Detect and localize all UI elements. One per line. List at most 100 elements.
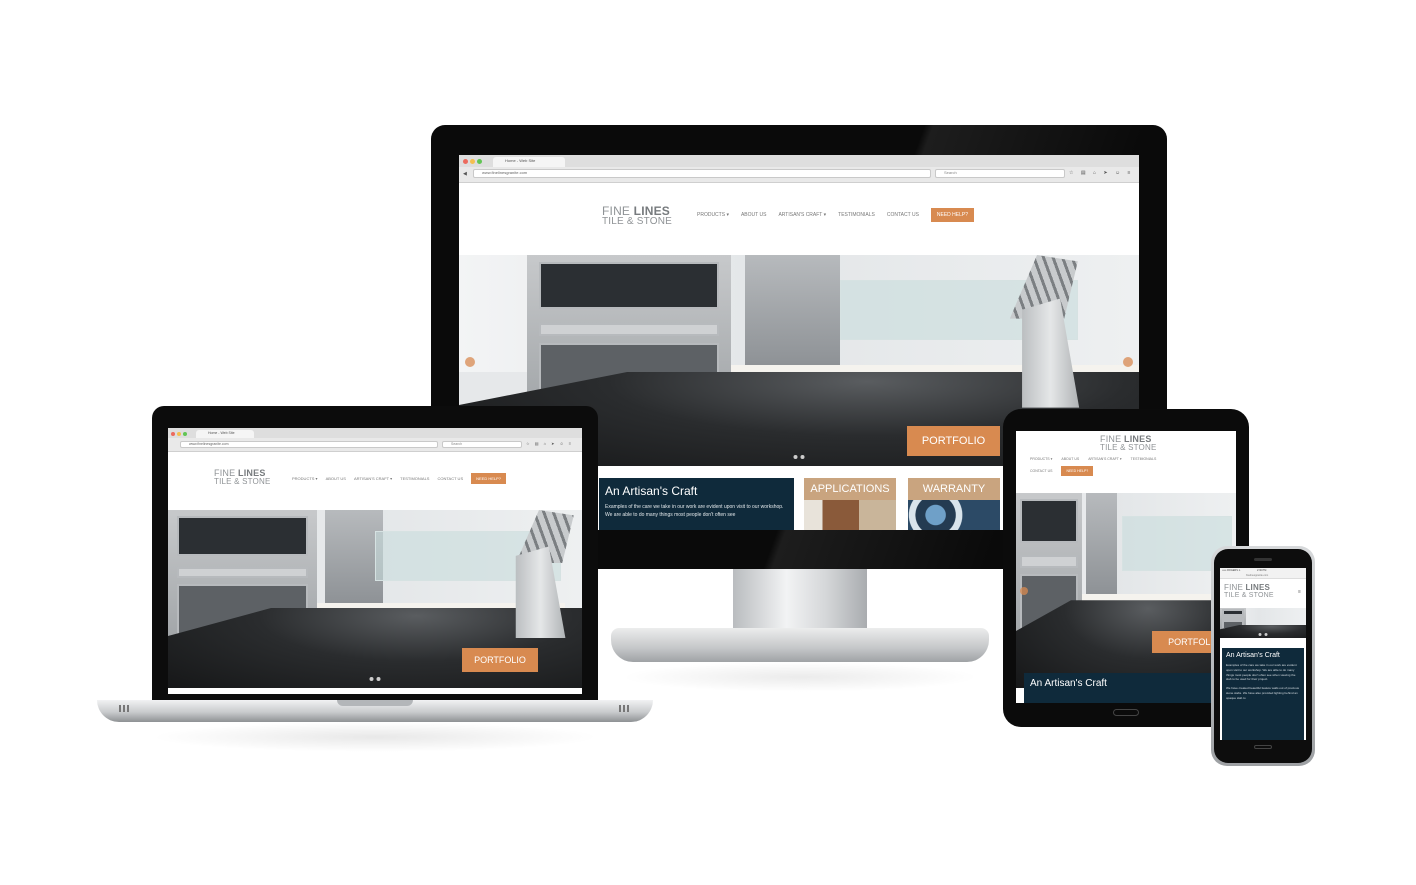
- portfolio-button[interactable]: PORTFOLIO: [907, 426, 1000, 456]
- tablet-home-button[interactable]: [1113, 709, 1139, 716]
- laptop-base: [97, 700, 653, 722]
- tablet-nav-about[interactable]: ABOUT US: [1061, 457, 1079, 461]
- monitor-stand: [733, 569, 867, 631]
- phone-status-bar: ••••• ROGERS ✈ 2:30 PM finelinesgranite.…: [1220, 568, 1306, 579]
- laptop-portfolio-button[interactable]: PORTFOLIO: [462, 648, 538, 672]
- laptop-site-logo[interactable]: FINE LINES TILE & STONE: [214, 469, 271, 486]
- need-help-button[interactable]: NEED HELP?: [930, 208, 975, 222]
- phone-bezel: ••••• ROGERS ✈ 2:30 PM finelinesgranite.…: [1214, 549, 1312, 763]
- hamburger-menu-icon[interactable]: ≡: [1298, 589, 1301, 595]
- laptop-close-icon[interactable]: [171, 431, 175, 436]
- applications-label: APPLICATIONS: [804, 478, 896, 500]
- laptop-tab-title: Home - Web Site: [208, 430, 235, 435]
- carousel-next-icon[interactable]: [1123, 356, 1133, 367]
- tablet-nav-craft[interactable]: ARTISAN'S CRAFT ▾: [1088, 457, 1121, 461]
- laptop-url-text: www.finelinesgranite.com: [189, 442, 229, 446]
- craft-text: Examples of the care we take in our work…: [605, 504, 784, 518]
- nav-contact[interactable]: CONTACT US: [887, 212, 919, 218]
- tablet-craft-panel: An Artisan's Craft: [1024, 673, 1228, 703]
- tablet-carousel-prev-icon[interactable]: [1020, 586, 1028, 595]
- nav-about[interactable]: ABOUT US: [741, 212, 766, 218]
- laptop-nav-craft[interactable]: ARTISAN'S CRAFT ▾: [354, 476, 392, 481]
- laptop-nav-testimonials[interactable]: TESTIMONIALS: [400, 476, 429, 481]
- laptop-address-bar[interactable]: www.finelinesgranite.com: [180, 441, 438, 448]
- warranty-tile[interactable]: WARRANTY: [908, 478, 1000, 530]
- tablet-need-help-button[interactable]: NEED HELP?: [1061, 466, 1094, 476]
- back-icon[interactable]: ◀: [463, 171, 469, 177]
- nav-craft[interactable]: ARTISAN'S CRAFT ▾: [778, 212, 826, 218]
- toolbar-icons[interactable]: ☆ ▤ ⌂ ➤ ☺ ≡: [1069, 170, 1133, 176]
- phone-url[interactable]: finelinesgranite.com: [1246, 574, 1268, 577]
- phone-logo-tile-stone: TILE & STONE: [1224, 592, 1274, 599]
- applications-tile[interactable]: APPLICATIONS: [804, 478, 896, 530]
- minimize-window-icon[interactable]: [470, 159, 475, 165]
- maximize-window-icon[interactable]: [477, 159, 482, 165]
- logo-text-tile-stone: TILE & STONE: [602, 216, 673, 227]
- phone-hero-image: [1220, 608, 1306, 638]
- tablet-nav-products[interactable]: PRODUCTS ▾: [1030, 457, 1052, 461]
- applications-image: [804, 500, 896, 530]
- laptop-nav-about[interactable]: ABOUT US: [326, 476, 346, 481]
- url-text: www.finelinesgranite.com: [482, 170, 528, 175]
- nav-testimonials[interactable]: TESTIMONIALS: [838, 212, 875, 218]
- laptop-logo-tile-stone: TILE & STONE: [214, 477, 271, 486]
- warranty-image: [908, 500, 1000, 530]
- monitor-shadow: [620, 662, 980, 692]
- main-nav: PRODUCTS ▾ ABOUT US ARTISAN'S CRAFT ▾ TE…: [697, 208, 975, 222]
- laptop-main-nav: PRODUCTS ▾ ABOUT US ARTISAN'S CRAFT ▾ TE…: [292, 473, 507, 484]
- phone-logo-fine: FINE: [1224, 583, 1246, 592]
- smartphone: ••••• ROGERS ✈ 2:30 PM finelinesgranite.…: [1211, 546, 1315, 766]
- phone-home-button[interactable]: [1254, 745, 1272, 749]
- laptop-browser-chrome: Home - Web Site www.finelinesgranite.com…: [168, 428, 582, 452]
- laptop: Home - Web Site www.finelinesgranite.com…: [152, 406, 598, 702]
- tablet-site-logo[interactable]: FINE LINES TILE & STONE: [1100, 435, 1157, 452]
- browser-tab[interactable]: Home - Web Site: [493, 156, 565, 168]
- artisan-craft-panel: An Artisan's Craft Examples of the care …: [599, 478, 794, 530]
- laptop-screen: Home - Web Site www.finelinesgranite.com…: [168, 428, 582, 694]
- search-input[interactable]: Search: [935, 169, 1065, 178]
- tablet-nav-testimonials[interactable]: TESTIMONIALS: [1131, 457, 1157, 461]
- search-placeholder: Search: [944, 170, 957, 175]
- phone-carrier: ••••• ROGERS ✈: [1222, 569, 1241, 572]
- nav-products[interactable]: PRODUCTS ▾: [697, 212, 729, 218]
- tab-title: Home - Web Site: [505, 157, 536, 163]
- phone-craft-heading: An Artisan's Craft: [1226, 652, 1280, 659]
- monitor-base: [611, 628, 989, 662]
- phone-logo-lines: LINES: [1245, 583, 1271, 592]
- phone-screen: ••••• ROGERS ✈ 2:30 PM finelinesgranite.…: [1220, 568, 1306, 740]
- phone-time: 2:30 PM: [1257, 569, 1267, 572]
- laptop-carousel-dots[interactable]: [369, 676, 381, 681]
- laptop-shadow: [150, 722, 600, 752]
- craft-heading: An Artisan's Craft: [605, 484, 698, 498]
- close-window-icon[interactable]: [463, 159, 468, 165]
- phone-craft-panel: An Artisan's Craft Examples of the care …: [1222, 648, 1304, 740]
- address-bar[interactable]: www.finelinesgranite.com: [473, 169, 931, 178]
- laptop-minimize-icon[interactable]: [177, 431, 181, 436]
- tablet-nav-row2: CONTACT US NEED HELP?: [1030, 466, 1094, 476]
- laptop-search-placeholder: Search: [451, 442, 463, 446]
- phone-carousel-dots[interactable]: [1258, 633, 1268, 636]
- carousel-prev-icon[interactable]: [465, 356, 475, 367]
- laptop-browser-tab[interactable]: Home - Web Site: [196, 429, 254, 439]
- site-logo[interactable]: FINE LINES TILE & STONE: [602, 205, 672, 227]
- tablet-hero-image: [1016, 493, 1236, 688]
- phone-craft-text: Examples of the care we take in our work…: [1226, 663, 1297, 682]
- tablet-craft-heading: An Artisan's Craft: [1030, 678, 1107, 689]
- tablet-logo-tile-stone: TILE & STONE: [1100, 443, 1157, 452]
- tablet-nav-contact[interactable]: CONTACT US: [1030, 469, 1052, 473]
- laptop-search-input[interactable]: Search: [442, 441, 522, 448]
- laptop-notch: [337, 700, 413, 706]
- laptop-need-help-button[interactable]: NEED HELP?: [471, 473, 507, 484]
- laptop-nav-contact[interactable]: CONTACT US: [437, 476, 463, 481]
- browser-tab-bar: Home - Web Site: [459, 155, 1139, 168]
- laptop-tab-bar: Home - Web Site: [168, 428, 582, 439]
- tablet-screen: FINE LINES TILE & STONE PRODUCTS ▾ ABOUT…: [1016, 431, 1236, 703]
- phone-site-logo[interactable]: FINE LINES TILE & STONE: [1224, 583, 1274, 600]
- laptop-nav-products[interactable]: PRODUCTS ▾: [292, 476, 318, 481]
- carousel-dots[interactable]: [793, 454, 805, 459]
- laptop-maximize-icon[interactable]: [183, 431, 187, 436]
- laptop-toolbar-icons[interactable]: ☆ ▤ ⌂ ➤ ☺ ≡: [526, 441, 573, 446]
- phone-speaker: [1254, 558, 1272, 561]
- warranty-label: WARRANTY: [908, 478, 1000, 500]
- phone-craft-text-2: We have created beautiful feature walls …: [1226, 686, 1299, 700]
